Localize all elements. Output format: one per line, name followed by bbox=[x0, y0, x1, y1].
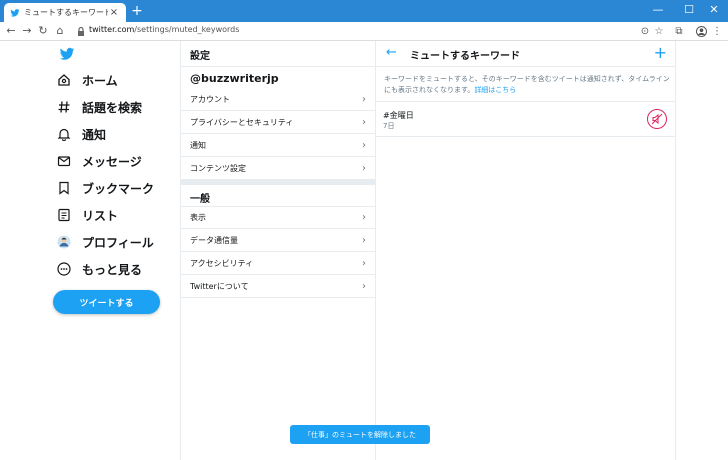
close-window-button[interactable]: ✕ bbox=[700, 1, 728, 19]
section-gap bbox=[181, 179, 376, 185]
address-bar[interactable]: twitter.com/settings/muted_keywords bbox=[89, 25, 239, 34]
description: キーワードをミュートすると、そのキーワードを含むツイートは通知されず、タイムライ… bbox=[384, 74, 674, 96]
twitter-bird-icon bbox=[10, 8, 20, 17]
chevron-right-icon: › bbox=[362, 280, 366, 292]
sidebar: ホーム 話題を検索 通知 メッセージ ブックマーク リスト プロフィール もっと… bbox=[50, 41, 180, 460]
star-icon[interactable]: ☆ bbox=[652, 24, 666, 39]
new-tab-button[interactable]: + bbox=[130, 4, 144, 18]
sidebar-item-label: 話題を検索 bbox=[82, 100, 143, 115]
hashtag-icon bbox=[56, 99, 72, 115]
browser-titlebar: ミュートするキーワード / Twitter × + — ☐ ✕ bbox=[0, 0, 728, 22]
browser-tab[interactable]: ミュートするキーワード / Twitter × bbox=[4, 3, 126, 22]
muted-keyword-row[interactable]: #金曜日 7日 bbox=[376, 101, 675, 137]
settings-title: 設定 bbox=[190, 51, 210, 62]
sidebar-item-label: プロフィール bbox=[82, 235, 154, 250]
tab-title: ミュートするキーワード / Twitter bbox=[24, 8, 108, 17]
avatar-icon bbox=[56, 234, 72, 250]
chevron-right-icon: › bbox=[362, 93, 366, 105]
sidebar-item-label: もっと見る bbox=[82, 262, 143, 277]
more-icon bbox=[56, 261, 72, 277]
sidebar-item-profile[interactable]: プロフィール bbox=[56, 231, 154, 253]
profile-icon[interactable] bbox=[694, 24, 708, 39]
url-path: /settings/muted_keywords bbox=[134, 25, 240, 34]
settings-row-display[interactable]: 表示 › bbox=[181, 206, 376, 229]
minimize-button[interactable]: — bbox=[644, 1, 672, 19]
divider bbox=[376, 66, 675, 67]
home-icon bbox=[56, 72, 72, 88]
add-keyword-icon[interactable]: + bbox=[654, 43, 667, 62]
home-button[interactable]: ⌂ bbox=[53, 23, 67, 39]
sidebar-item-bookmarks[interactable]: ブックマーク bbox=[56, 177, 154, 199]
chevron-right-icon: › bbox=[362, 162, 366, 174]
back-button[interactable]: ← bbox=[4, 23, 18, 39]
settings-row-accessibility[interactable]: アクセシビリティ › bbox=[181, 252, 376, 275]
chevron-right-icon: › bbox=[362, 257, 366, 269]
settings-row-label: アクセシビリティ bbox=[190, 258, 254, 268]
sidebar-item-label: ブックマーク bbox=[82, 181, 155, 196]
bookmark-icon bbox=[56, 180, 72, 196]
muted-keywords-panel: ← ミュートするキーワード + キーワードをミュートすると、そのキーワードを含む… bbox=[376, 41, 676, 460]
chevron-right-icon: › bbox=[362, 116, 366, 128]
toast-notification: 「仕事」のミュートを解除しました bbox=[290, 425, 430, 444]
keyword-duration: 7日 bbox=[383, 122, 395, 130]
menu-icon[interactable]: ⋮ bbox=[710, 24, 724, 39]
cast-icon[interactable]: ⊙ bbox=[638, 24, 652, 39]
extension-icon[interactable]: ⧉ bbox=[672, 24, 686, 39]
back-arrow-icon[interactable]: ← bbox=[386, 45, 397, 60]
learn-more-link[interactable]: 詳細はこちら bbox=[474, 86, 516, 94]
description-text: キーワードをミュートすると、そのキーワードを含むツイートは通知されず、タイムライ… bbox=[384, 75, 670, 94]
sidebar-item-more[interactable]: もっと見る bbox=[56, 258, 142, 280]
settings-column: 設定 @buzzwriterjp アカウント › プライバシーとセキュリティ ›… bbox=[180, 41, 376, 460]
maximize-button[interactable]: ☐ bbox=[675, 1, 703, 19]
speaker-muted-icon bbox=[651, 113, 663, 125]
divider bbox=[181, 66, 376, 67]
sidebar-item-lists[interactable]: リスト bbox=[56, 204, 118, 226]
sidebar-item-label: 通知 bbox=[82, 127, 107, 142]
url-host: twitter.com bbox=[89, 25, 135, 34]
settings-row-label: データ通信量 bbox=[190, 235, 238, 245]
lock-icon bbox=[78, 26, 84, 36]
twitter-page: ホーム 話題を検索 通知 メッセージ ブックマーク リスト プロフィール もっと… bbox=[0, 41, 728, 460]
page-title: ミュートするキーワード bbox=[410, 51, 520, 62]
forward-button[interactable]: → bbox=[20, 23, 34, 39]
settings-row-label: 表示 bbox=[190, 213, 206, 222]
reload-button[interactable]: ↻ bbox=[36, 23, 50, 39]
sidebar-item-label: ホーム bbox=[82, 73, 118, 88]
settings-row-label: 通知 bbox=[190, 140, 206, 150]
sidebar-item-messages[interactable]: メッセージ bbox=[56, 150, 142, 172]
unmute-button[interactable] bbox=[647, 109, 667, 129]
general-section-title: 一般 bbox=[190, 194, 210, 205]
chevron-right-icon: › bbox=[362, 234, 366, 246]
twitter-logo-icon[interactable] bbox=[58, 46, 76, 62]
browser-toolbar: ← → ↻ ⌂ twitter.com/settings/muted_keywo… bbox=[0, 22, 728, 41]
chevron-right-icon: › bbox=[362, 139, 366, 151]
username: @buzzwriterjp bbox=[190, 72, 279, 85]
sidebar-item-label: メッセージ bbox=[82, 154, 142, 169]
tab-close-icon[interactable]: × bbox=[108, 7, 120, 18]
sidebar-item-label: リスト bbox=[82, 208, 119, 223]
settings-row-label: プライバシーとセキュリティ bbox=[190, 117, 294, 127]
mail-icon bbox=[56, 153, 72, 169]
settings-row-about[interactable]: Twitterについて › bbox=[181, 275, 376, 298]
settings-row-notifications[interactable]: 通知 › bbox=[181, 134, 376, 157]
settings-row-data-usage[interactable]: データ通信量 › bbox=[181, 229, 376, 252]
tweet-button[interactable]: ツイートする bbox=[53, 290, 160, 314]
settings-row-privacy[interactable]: プライバシーとセキュリティ › bbox=[181, 111, 376, 134]
sidebar-item-explore[interactable]: 話題を検索 bbox=[56, 96, 142, 118]
chevron-right-icon: › bbox=[362, 212, 366, 223]
settings-row-label: コンテンツ設定 bbox=[190, 163, 246, 173]
list-icon bbox=[56, 207, 72, 223]
settings-row-label: アカウント bbox=[190, 94, 230, 104]
sidebar-item-notifications[interactable]: 通知 bbox=[56, 123, 106, 145]
keyword-text: #金曜日 bbox=[383, 111, 414, 120]
settings-row-account[interactable]: アカウント › bbox=[181, 88, 376, 111]
sidebar-item-home[interactable]: ホーム bbox=[56, 69, 118, 91]
settings-row-label: Twitterについて bbox=[190, 281, 249, 291]
settings-row-content[interactable]: コンテンツ設定 › bbox=[181, 157, 376, 180]
bell-icon bbox=[56, 126, 72, 142]
